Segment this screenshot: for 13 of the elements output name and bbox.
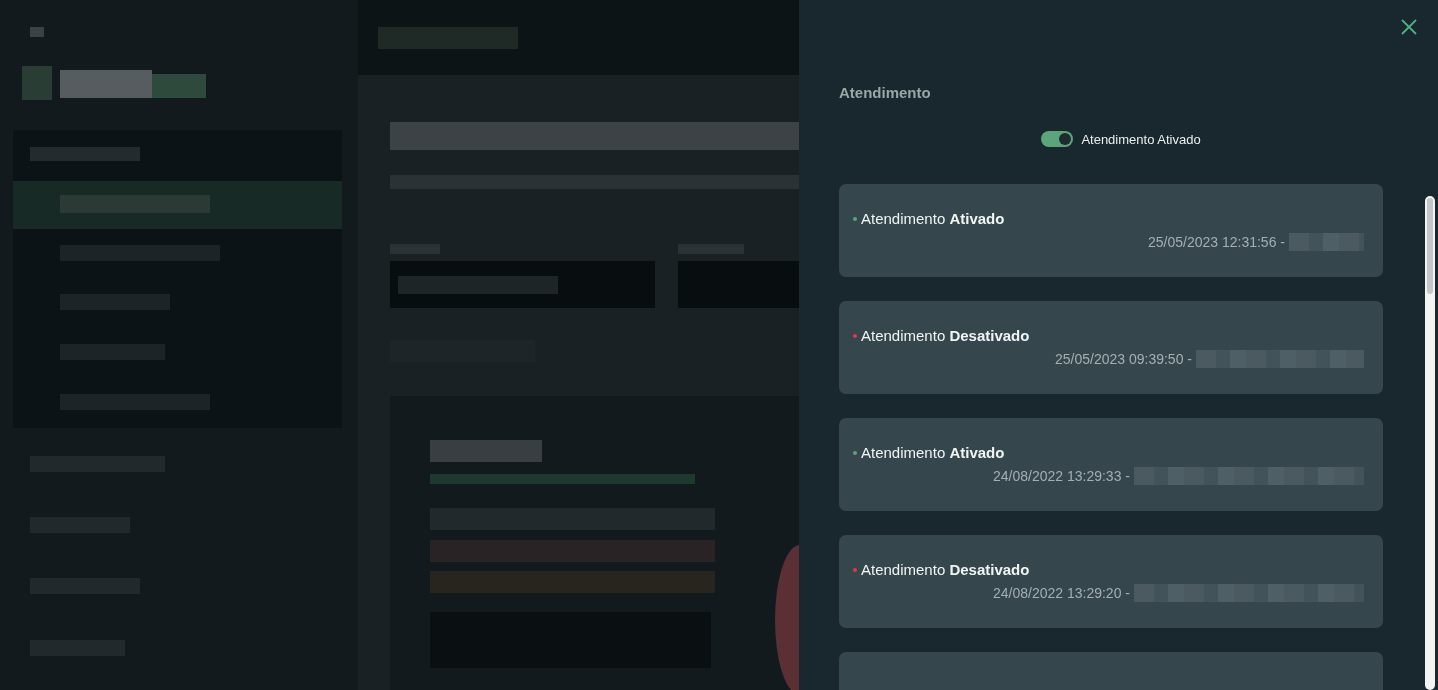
status-text: Atendimento Ativado <box>861 210 1005 227</box>
timestamp: 25/05/2023 12:31:56 - <box>1148 234 1285 250</box>
toggle-switch[interactable] <box>1041 131 1074 147</box>
timestamp: 25/05/2023 09:39:50 - <box>1055 351 1192 367</box>
panel-title: Atendimento <box>839 84 932 101</box>
toggle-label: Atendimento Ativado <box>1081 131 1201 147</box>
scrollbar[interactable] <box>1425 196 1435 690</box>
timestamp: 24/08/2022 13:29:20 - <box>993 585 1130 601</box>
status-text: Atendimento Desativado <box>861 327 1030 344</box>
status-text: Atendimento Desativado <box>861 561 1030 578</box>
close-icon[interactable] <box>1400 18 1418 36</box>
timestamp: 24/08/2022 13:29:33 - <box>993 468 1130 484</box>
status-text: Atendimento Ativado <box>861 444 1005 461</box>
